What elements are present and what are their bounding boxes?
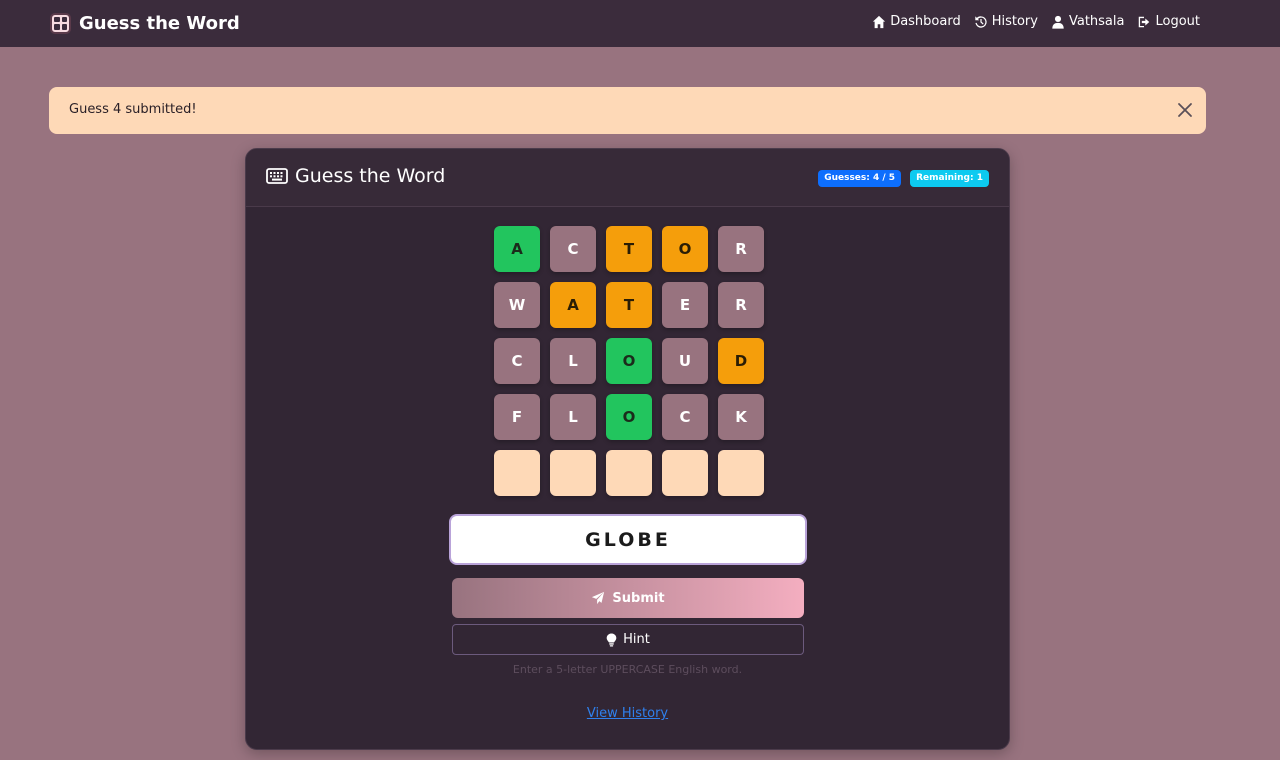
letter-grid: ACTORWATERCLOUDFLOCK [494, 226, 764, 506]
hint-button[interactable]: Hint [452, 624, 804, 655]
submit-button[interactable]: Submit [452, 578, 804, 618]
letter-tile: R [718, 226, 764, 272]
grid-row [494, 450, 764, 496]
logout-icon [1139, 16, 1150, 27]
letter-tile: O [606, 338, 652, 384]
letter-tile: T [606, 282, 652, 328]
nav-history-label: History [991, 14, 1038, 29]
paper-plane-icon [592, 591, 605, 605]
home-icon [873, 15, 886, 28]
nav-logout-label: Logout [1155, 14, 1200, 29]
help-text: Enter a 5-letter UPPERCASE English word. [512, 663, 743, 676]
history-icon [975, 15, 987, 28]
letter-tile: W [494, 282, 540, 328]
letter-tile: C [662, 394, 708, 440]
letter-tile: L [550, 394, 596, 440]
nav-dashboard-label: Dashboard [890, 14, 961, 29]
nav-links: Dashboard History Vathsala Logout [872, 14, 1200, 29]
nav-user-link[interactable]: Vathsala [1051, 14, 1125, 29]
navbar: Guess the Word Dashboard History Vathsal… [0, 0, 1280, 47]
nav-dashboard-link[interactable]: Dashboard [872, 14, 961, 29]
alert-message: Guess 4 submitted! [69, 102, 197, 117]
grid-row: ACTOR [494, 226, 764, 272]
submit-label: Submit [612, 590, 665, 606]
card-title: Guess the Word [266, 165, 445, 187]
grid-row: CLOUD [494, 338, 764, 384]
brand-logo-icon [50, 12, 71, 34]
guesses-badge: Guesses: 4 / 5 [818, 170, 902, 187]
letter-tile: O [662, 226, 708, 272]
letter-tile [494, 450, 540, 496]
letter-tile: U [662, 338, 708, 384]
game-card: Guess the Word Guesses: 4 / 5 Remaining:… [245, 148, 1010, 750]
letter-tile: D [718, 338, 764, 384]
remaining-badge: Remaining: 1 [910, 170, 989, 187]
nav-user-label: Vathsala [1068, 14, 1125, 29]
letter-tile: L [550, 338, 596, 384]
brand[interactable]: Guess the Word [50, 11, 240, 35]
letter-tile [662, 450, 708, 496]
card-header: Guess the Word Guesses: 4 / 5 Remaining:… [246, 149, 1009, 207]
hint-label: Hint [623, 632, 650, 647]
user-icon [1052, 15, 1064, 29]
nav-logout-link[interactable]: Logout [1137, 14, 1200, 29]
letter-tile: C [550, 226, 596, 272]
card-title-text: Guess the Word [295, 165, 446, 187]
letter-tile: K [718, 394, 764, 440]
letter-tile [718, 450, 764, 496]
close-icon[interactable] [1176, 101, 1194, 119]
letter-tile [606, 450, 652, 496]
status-badges: Guesses: 4 / 5 Remaining: 1 [818, 170, 989, 187]
grid-row: WATER [494, 282, 764, 328]
letter-tile: F [494, 394, 540, 440]
letter-tile: O [606, 394, 652, 440]
guess-input[interactable] [449, 514, 807, 565]
view-history-link[interactable]: View History [587, 706, 668, 721]
history-link-wrap: View History [246, 706, 1009, 721]
letter-tile [550, 450, 596, 496]
nav-history-link[interactable]: History [974, 14, 1038, 29]
keyboard-icon [266, 168, 288, 184]
letter-tile: A [550, 282, 596, 328]
success-alert: Guess 4 submitted! [49, 87, 1206, 134]
letter-tile: E [662, 282, 708, 328]
lightbulb-icon [606, 633, 617, 646]
grid-row: FLOCK [494, 394, 764, 440]
letter-tile: C [494, 338, 540, 384]
letter-tile: R [718, 282, 764, 328]
letter-tile: A [494, 226, 540, 272]
brand-title: Guess the Word [79, 12, 240, 34]
letter-tile: T [606, 226, 652, 272]
